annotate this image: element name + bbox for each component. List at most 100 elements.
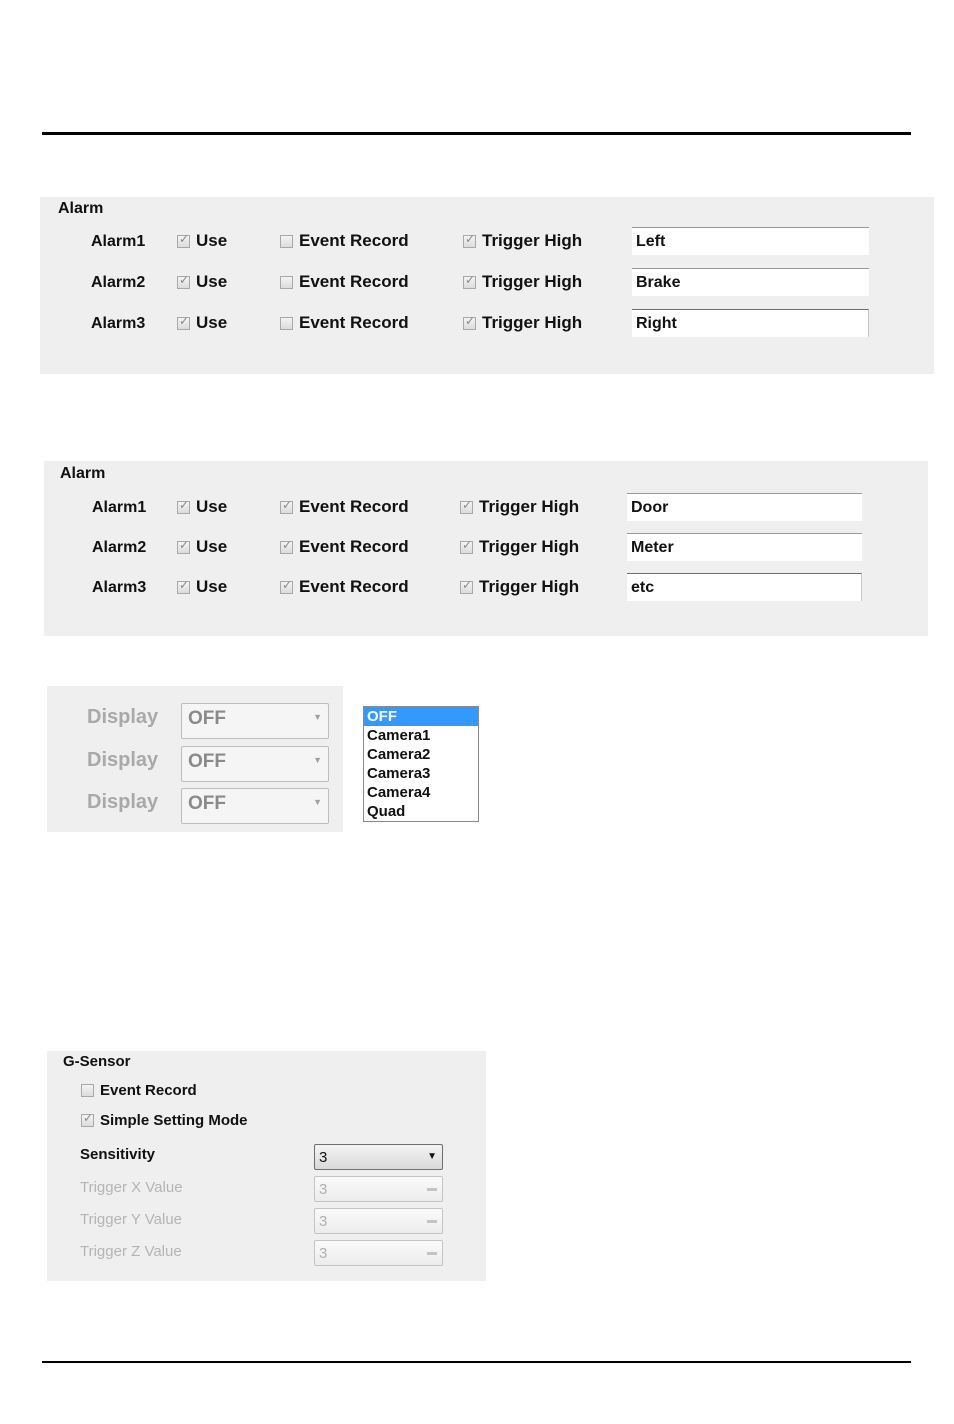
checkbox-box: ✓ [460,497,473,514]
panel-title: G-Sensor [63,1053,131,1070]
use-checkbox[interactable]: ✓ Use [177,537,227,557]
use-checkbox[interactable]: ✓ Use [177,313,227,333]
checkbox-box: ✓ [280,578,293,594]
checkbox-box: ✓ [463,313,476,330]
alarm-row: Alarm3 ✓ Use Event Record ✓ Trigger High Right [40,309,934,337]
checkbox-label: Use [196,537,228,556]
alarm-label: Alarm1 [91,233,146,250]
check-icon: ✓ [462,497,473,512]
checkbox-box: ✓ [177,272,190,289]
checkbox-box: ✓ [177,537,190,554]
checkbox-box: ✓ [463,272,476,289]
event-record-checkbox[interactable]: ✓ Event Record [280,497,409,517]
checkbox-box: ✓ [460,537,473,554]
check-icon: ✓ [282,537,293,552]
alarm-name-input[interactable]: Left [632,227,869,255]
display-panel: Display OFF ▼ Display OFF ▼ Display OFF … [47,686,343,832]
event-record-checkbox[interactable]: ✓ Event Record [280,577,409,597]
check-icon: ✓ [282,497,293,512]
checkbox-box [81,1084,94,1097]
check-icon: ✓ [179,231,190,246]
checkbox-label: Event Record [299,577,409,596]
event-record-checkbox[interactable]: Event Record [280,272,409,292]
select-value: OFF [188,708,226,729]
alarm-label: Alarm2 [92,539,147,556]
check-icon: ✓ [462,537,473,552]
checkbox-label: Event Record [299,537,409,556]
use-checkbox[interactable]: ✓ Use [177,577,227,597]
check-icon: ✓ [465,313,476,328]
select-value: 3 [319,1181,328,1198]
display-select[interactable]: OFF ▼ [181,788,329,824]
trigger-y-label: Trigger Y Value [80,1211,183,1228]
checkbox-label: Trigger High [479,537,580,556]
event-record-checkbox[interactable]: ✓ Event Record [280,537,409,557]
display-select[interactable]: OFF ▼ [181,746,329,782]
option-camera4[interactable]: Camera4 [364,783,478,802]
option-camera2[interactable]: Camera2 [364,745,478,764]
trigger-high-checkbox[interactable]: ✓ Trigger High [463,272,582,292]
select-value: OFF [188,751,226,772]
checkbox-label: Simple Setting Mode [100,1112,248,1129]
display-label: Display [87,706,159,728]
alarm-name-input[interactable]: etc [627,573,862,601]
use-checkbox[interactable]: ✓ Use [177,272,227,292]
trigger-high-checkbox[interactable]: ✓ Trigger High [460,497,579,517]
check-icon: ✓ [179,537,190,552]
checkbox-label: Use [196,577,228,596]
checkbox-box [280,234,293,248]
display-select[interactable]: OFF ▼ [181,703,329,739]
checkbox-label: Trigger High [482,272,583,291]
alarm-name-input[interactable]: Right [632,309,869,337]
event-record-checkbox[interactable]: Event Record [280,313,409,333]
alarm-row: Alarm2 ✓ Use Event Record ✓ Trigger High Brake [40,268,934,296]
display-label: Display [87,791,159,813]
checkbox-label: Trigger High [479,497,580,516]
check-icon: ✓ [179,272,190,287]
trigger-y-select[interactable]: 3 ▬ [314,1208,443,1234]
trigger-high-checkbox[interactable]: ✓ Trigger High [460,537,579,557]
checkbox-box: ✓ [463,231,476,248]
sensitivity-label: Sensitivity [80,1146,156,1163]
option-off[interactable]: OFF [364,707,478,726]
trigger-z-label: Trigger Z Value [80,1243,182,1260]
chevron-down-icon: ▼ [427,1151,437,1162]
alarm-row: Alarm3 ✓ Use ✓ Event Record ✓ Trigger High etc [44,573,928,601]
alarm-label: Alarm2 [91,274,146,291]
checkbox-label: Event Record [299,272,409,291]
checkbox-box: ✓ [460,578,473,594]
chevron-down-icon: ▬ [427,1247,437,1258]
display-options-list[interactable]: OFF Camera1 Camera2 Camera3 Camera4 Quad [363,706,479,822]
option-camera3[interactable]: Camera3 [364,764,478,783]
alarm-row: Alarm1 ✓ Use ✓ Event Record ✓ Trigger High Door [44,493,928,521]
option-camera1[interactable]: Camera1 [364,726,478,745]
checkbox-label: Use [196,231,228,250]
trigger-high-checkbox[interactable]: ✓ Trigger High [463,313,582,333]
chevron-down-icon: ▼ [313,712,322,722]
alarm-name-input[interactable]: Meter [627,533,862,561]
simple-setting-mode-checkbox[interactable]: ✓ Simple Setting Mode [81,1111,248,1129]
checkbox-label: Use [196,313,228,332]
alarm-label: Alarm3 [92,579,147,596]
chevron-down-icon: ▬ [427,1215,437,1226]
event-record-checkbox[interactable]: Event Record [280,231,409,251]
trigger-z-select[interactable]: 3 ▬ [314,1240,443,1266]
panel-title: Alarm [58,200,104,217]
check-icon: ✓ [83,1111,94,1125]
check-icon: ✓ [179,497,190,512]
sensitivity-select[interactable]: 3 ▼ [314,1144,443,1170]
alarm-name-input[interactable]: Brake [632,268,869,296]
checkbox-box: ✓ [280,537,293,554]
alarm-name-input[interactable]: Door [627,493,862,521]
trigger-high-checkbox[interactable]: ✓ Trigger High [460,577,579,597]
option-quad[interactable]: Quad [364,802,478,821]
checkbox-label: Event Record [100,1082,197,1099]
alarm-panel-2: Alarm Alarm1 ✓ Use ✓ Event Record ✓ Trigger Hi… [44,461,928,636]
check-icon: ✓ [465,231,476,246]
event-record-checkbox[interactable]: Event Record [81,1082,197,1099]
check-icon: ✓ [465,272,476,287]
use-checkbox[interactable]: ✓ Use [177,497,227,517]
trigger-x-select[interactable]: 3 ▬ [314,1176,443,1202]
trigger-high-checkbox[interactable]: ✓ Trigger High [463,231,582,251]
use-checkbox[interactable]: ✓ Use [177,231,227,251]
